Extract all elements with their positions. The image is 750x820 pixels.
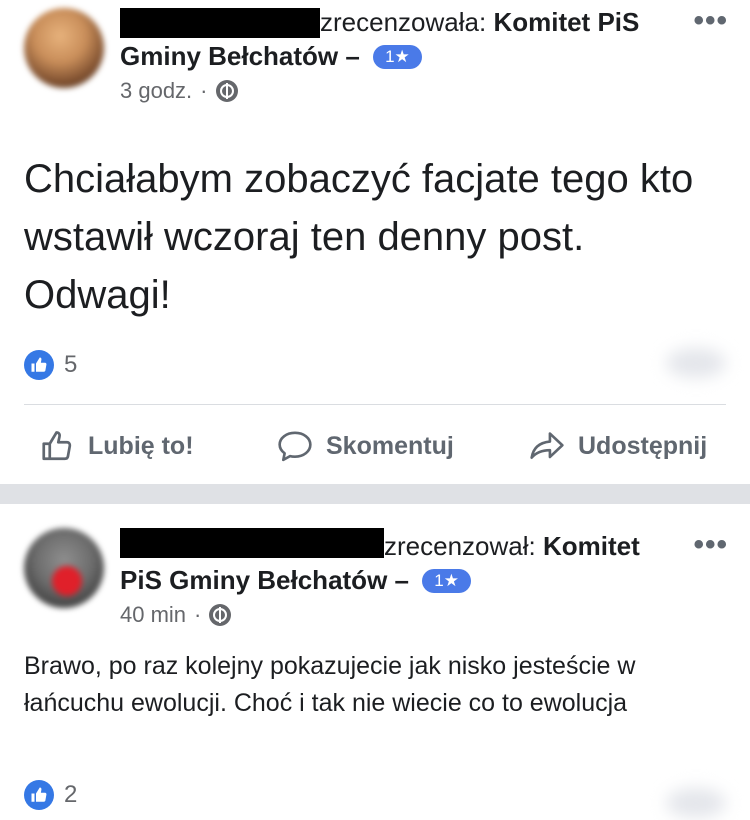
share-icon	[530, 432, 564, 460]
dash-separator: –	[394, 565, 409, 595]
review-header-line-2: PiS Gminy Bełchatów – 1★	[120, 564, 471, 596]
like-button-label: Lubię to!	[88, 431, 194, 460]
reviewed-label: zrecenzowała:	[320, 7, 487, 37]
review-header-line-2: Gminy Bełchatów – 1★	[120, 40, 422, 72]
more-options-icon[interactable]: •••	[693, 4, 728, 38]
reactions-summary[interactable]: 2	[24, 780, 77, 810]
redacted-author-name	[120, 528, 384, 558]
reviewed-label: zrecenzował:	[384, 531, 536, 561]
redacted-author-name	[120, 8, 320, 38]
dot-separator: ·	[200, 78, 208, 103]
page-name-link[interactable]: Komitet PiS	[493, 7, 639, 37]
globe-icon[interactable]	[215, 80, 238, 102]
dot-separator: ·	[194, 602, 202, 627]
like-button[interactable]: Lubię to!	[40, 428, 194, 464]
avatar[interactable]	[24, 8, 104, 88]
more-options-icon[interactable]: •••	[693, 528, 728, 562]
like-reaction-icon	[24, 350, 54, 380]
comment-icon	[278, 431, 312, 462]
reactions-summary[interactable]: 5	[24, 350, 77, 380]
reaction-count: 5	[64, 351, 78, 378]
page-name-link[interactable]: PiS Gminy Bełchatów	[120, 565, 387, 595]
review-post-2: zrecenzował: Komitet PiS Gminy Bełchatów…	[0, 504, 750, 820]
review-header-line-1: zrecenzował: Komitet	[384, 530, 640, 562]
rating-badge: 1★	[422, 569, 471, 593]
post-text: Brawo, po raz kolejny pokazujecie jak ni…	[24, 652, 636, 717]
feed-separator	[0, 484, 750, 504]
like-reaction-icon	[24, 780, 54, 810]
globe-icon[interactable]	[209, 604, 232, 626]
comment-button-label: Skomentuj	[326, 431, 454, 460]
page-name-link[interactable]: Komitet	[543, 531, 640, 561]
divider	[24, 404, 726, 405]
page-name-link[interactable]: Gminy Bełchatów	[120, 41, 338, 71]
post-actions-bar: Lubię to! Skomentuj Udostępnij	[0, 420, 750, 474]
post-meta: 40 min ·	[120, 602, 232, 628]
share-button-label: Udostępnij	[578, 431, 708, 460]
dash-separator: –	[345, 41, 360, 71]
comment-button[interactable]: Skomentuj	[276, 428, 454, 464]
review-post-1: zrecenzowała: Komitet PiS Gminy Bełcható…	[0, 0, 750, 484]
timestamp[interactable]: 40 min	[120, 602, 186, 628]
avatar[interactable]	[24, 528, 104, 608]
review-header-line-1: zrecenzowała: Komitet PiS	[320, 6, 639, 38]
thumbs-up-icon	[42, 431, 72, 461]
post-meta: 3 godz. ·	[120, 78, 238, 104]
blurred-area	[666, 788, 726, 818]
rating-badge: 1★	[373, 45, 422, 69]
timestamp[interactable]: 3 godz.	[120, 78, 192, 104]
blurred-area	[666, 348, 726, 378]
share-button[interactable]: Udostępnij	[528, 428, 707, 464]
post-text: Chciałabym zobaczyć facjate tego kto wst…	[24, 157, 694, 317]
reaction-count: 2	[64, 781, 78, 808]
